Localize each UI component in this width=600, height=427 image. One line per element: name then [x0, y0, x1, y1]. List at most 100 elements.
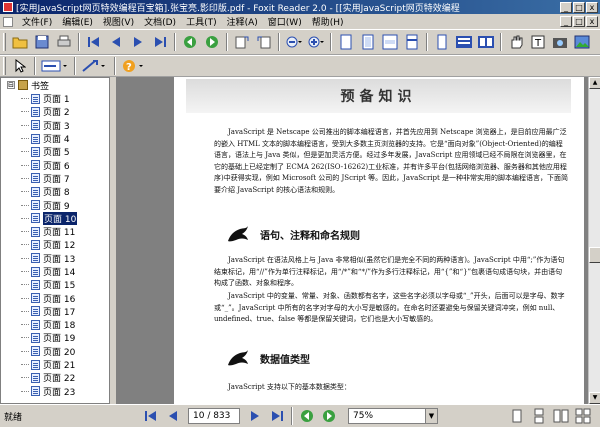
page-icon: [31, 146, 40, 157]
menu-comments[interactable]: 注释(A): [222, 15, 263, 28]
forward-icon[interactable]: [202, 32, 222, 52]
status-single-page-icon[interactable]: [507, 406, 527, 426]
status-next-page-icon[interactable]: [245, 406, 265, 426]
bookmark-item[interactable]: 页面 18: [1, 318, 109, 331]
bookmark-item[interactable]: 页面 5: [1, 145, 109, 158]
image-tool-icon[interactable]: [572, 32, 592, 52]
status-back-icon[interactable]: [297, 406, 317, 426]
bookmark-item[interactable]: 页面 1: [1, 92, 109, 105]
bookmark-item[interactable]: 页面 12: [1, 238, 109, 251]
bookmark-item[interactable]: 页面 23: [1, 385, 109, 398]
print-icon[interactable]: [54, 32, 74, 52]
paragraph-intro: JavaScript 是 Netscape 公司推出的脚本编程语言，并首先应用到…: [214, 128, 569, 194]
menu-window[interactable]: 窗口(W): [263, 15, 307, 28]
minimize-button[interactable]: _: [560, 1, 572, 13]
bookmark-label: 页面 18: [43, 321, 76, 332]
status-prev-page-icon[interactable]: [163, 406, 183, 426]
bookmark-item[interactable]: 页面 10: [1, 211, 109, 225]
doc-restore-button[interactable]: □: [573, 16, 585, 27]
facing-page-icon[interactable]: [476, 32, 496, 52]
page-number-input[interactable]: 10 / 833: [188, 408, 240, 424]
maximize-button[interactable]: □: [573, 1, 585, 13]
bookmark-item[interactable]: 页面 15: [1, 278, 109, 291]
save-icon[interactable]: [32, 32, 52, 52]
toolbar-grip[interactable]: [3, 33, 6, 51]
back-icon[interactable]: [180, 32, 200, 52]
status-forward-icon[interactable]: [319, 406, 339, 426]
close-button[interactable]: x: [586, 1, 598, 13]
select-arrow-icon[interactable]: [10, 56, 30, 76]
status-facing-icon[interactable]: [551, 406, 571, 426]
bookmark-item[interactable]: 页面 2: [1, 105, 109, 118]
first-page-icon[interactable]: [84, 32, 104, 52]
scroll-up-icon[interactable]: ▲: [589, 77, 600, 89]
actual-size-icon[interactable]: [336, 32, 356, 52]
last-page-icon[interactable]: [150, 32, 170, 52]
document-icon[interactable]: [3, 16, 13, 27]
zoom-out-icon[interactable]: [284, 32, 304, 52]
bookmark-item[interactable]: 页面 21: [1, 358, 109, 371]
bookmark-item[interactable]: 页面 13: [1, 252, 109, 265]
document-view[interactable]: 预备知识 JavaScript 是 Netscape 公司推出的脚本编程语言，并…: [116, 77, 588, 404]
bookmark-item[interactable]: 页面 6: [1, 158, 109, 172]
bookmark-label: 页面 7: [43, 174, 70, 185]
vertical-scrollbar[interactable]: ▲ ▼: [588, 77, 600, 404]
zoom-select[interactable]: 75% ▼: [348, 408, 438, 424]
bookmark-item[interactable]: 页面 14: [1, 265, 109, 278]
next-page-icon[interactable]: [128, 32, 148, 52]
page-icon: [31, 173, 40, 184]
menu-view[interactable]: 视图(V): [98, 15, 139, 28]
page-icon: [31, 346, 40, 357]
status-last-page-icon[interactable]: [267, 406, 287, 426]
page-header-title: 预备知识: [340, 89, 417, 105]
bookmark-item[interactable]: 页面 19: [1, 331, 109, 344]
bookmark-item[interactable]: 页面 16: [1, 291, 109, 305]
toolbar-grip[interactable]: [3, 57, 6, 75]
bookmark-label: 页面 4: [43, 135, 70, 146]
bookmark-label: 页面 11: [43, 228, 76, 239]
bookmark-item[interactable]: 页面 8: [1, 185, 109, 198]
bookmark-item[interactable]: 页面 11: [1, 225, 109, 238]
menu-document[interactable]: 文档(D): [139, 15, 181, 28]
page-icon: [31, 332, 40, 343]
bookmarks-root[interactable]: ⊟ 书签: [1, 78, 109, 92]
continuous-page-icon[interactable]: [454, 32, 474, 52]
menu-file[interactable]: 文件(F): [17, 15, 57, 28]
status-continuous-facing-icon[interactable]: [573, 406, 593, 426]
bookmark-item[interactable]: 页面 22: [1, 371, 109, 384]
menu-help[interactable]: 帮助(H): [307, 15, 349, 28]
doc-minimize-button[interactable]: _: [560, 16, 572, 27]
chevron-down-icon[interactable]: ▼: [425, 409, 437, 423]
zoom-in-icon[interactable]: [306, 32, 326, 52]
doc-close-button[interactable]: x: [586, 16, 598, 27]
status-first-page-icon[interactable]: [141, 406, 161, 426]
link-tool-icon[interactable]: [80, 56, 110, 76]
bookmark-item[interactable]: 页面 20: [1, 345, 109, 358]
help-icon[interactable]: ?: [120, 56, 150, 76]
bookmark-label: 页面 2: [43, 108, 70, 119]
bookmark-item[interactable]: 页面 7: [1, 172, 109, 185]
menu-tools[interactable]: 工具(T): [181, 15, 222, 28]
menu-edit[interactable]: 编辑(E): [57, 15, 98, 28]
bookmark-item[interactable]: 页面 4: [1, 132, 109, 145]
fit-page-icon[interactable]: [358, 32, 378, 52]
scroll-thumb[interactable]: [589, 247, 600, 263]
bookmark-item[interactable]: 页面 9: [1, 198, 109, 212]
snapshot-icon[interactable]: [550, 32, 570, 52]
collapse-icon[interactable]: ⊟: [7, 81, 15, 89]
text-form-icon[interactable]: [40, 56, 70, 76]
scroll-down-icon[interactable]: ▼: [589, 392, 600, 404]
open-folder-icon[interactable]: [10, 32, 30, 52]
fit-width-icon[interactable]: [380, 32, 400, 52]
prev-page-icon[interactable]: [106, 32, 126, 52]
bookmark-item[interactable]: 页面 17: [1, 305, 109, 318]
fit-visible-icon[interactable]: [402, 32, 422, 52]
rotate-left-icon[interactable]: [232, 32, 252, 52]
single-page-icon[interactable]: [432, 32, 452, 52]
paragraph-naming: JavaScript 中的变量、常量、对象、函数都有名字，这些名字必须以字母或“…: [214, 292, 565, 323]
rotate-right-icon[interactable]: [254, 32, 274, 52]
bookmark-item[interactable]: 页面 3: [1, 119, 109, 132]
hand-tool-icon[interactable]: [506, 32, 526, 52]
select-text-icon[interactable]: T: [528, 32, 548, 52]
status-continuous-icon[interactable]: [529, 406, 549, 426]
